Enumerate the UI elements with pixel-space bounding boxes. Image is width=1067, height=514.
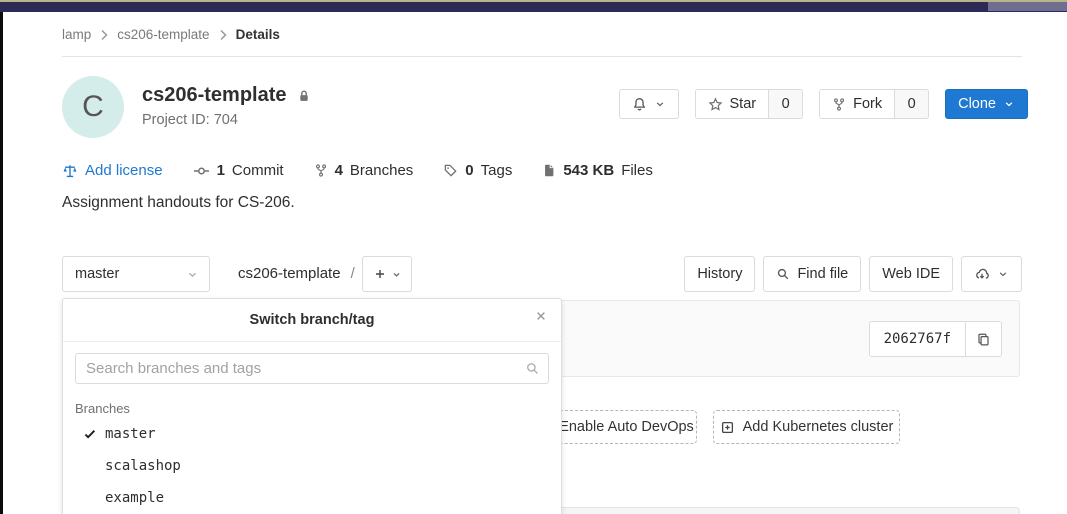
branch-search-wrap: [75, 353, 549, 384]
branch-item-scalashop[interactable]: scalashop: [63, 450, 561, 482]
branches-stat[interactable]: 4 Branches: [314, 162, 414, 179]
web-ide-label: Web IDE: [882, 266, 940, 282]
switch-branch-dropdown: Switch branch/tag Branches master scalas…: [62, 298, 562, 514]
history-button[interactable]: History: [684, 256, 755, 292]
star-count[interactable]: 0: [768, 90, 802, 118]
gitlab-project-page: lamp cs206-template Details C cs206-temp…: [0, 0, 1067, 514]
dropdown-title: Switch branch/tag: [250, 312, 375, 328]
find-file-label: Find file: [797, 266, 848, 282]
bell-icon: [632, 97, 647, 112]
add-license-label: Add license: [85, 162, 163, 179]
project-avatar: C: [62, 76, 124, 138]
commits-label: Commit: [232, 162, 284, 179]
commit-sha: 2062767f: [870, 322, 965, 356]
add-kubernetes-cluster-button[interactable]: Add Kubernetes cluster: [713, 410, 900, 444]
file-icon: [542, 163, 556, 178]
star-icon: [708, 97, 723, 112]
top-navbar: [0, 2, 1067, 12]
scale-icon: [62, 163, 78, 179]
breadcrumb-current: Details: [236, 27, 280, 42]
lock-icon: [297, 89, 311, 103]
chevron-right-icon: [219, 29, 227, 41]
clone-button[interactable]: Clone: [945, 89, 1028, 119]
path-separator: /: [351, 265, 355, 282]
branch-name: master: [105, 426, 156, 442]
fork-button[interactable]: Fork: [820, 90, 894, 118]
branches-count: 4: [335, 162, 343, 179]
star-label: Star: [730, 96, 757, 112]
navbar-search-box[interactable]: [988, 2, 1067, 11]
breadcrumb-divider: [62, 56, 1022, 57]
notifications-dropdown-button[interactable]: [619, 89, 679, 119]
project-description: Assignment handouts for CS-206.: [62, 194, 295, 212]
cloud-download-icon: [974, 267, 990, 282]
star-button-group: Star 0: [695, 89, 804, 119]
search-icon: [525, 361, 540, 376]
branch-name: example: [105, 490, 164, 506]
tags-stat[interactable]: 0 Tags: [443, 162, 512, 179]
copy-commit-sha-button[interactable]: [965, 322, 1001, 356]
fork-button-group: Fork 0: [819, 89, 929, 119]
commit-sha-group: 2062767f: [869, 321, 1002, 357]
add-file-dropdown-button[interactable]: [362, 256, 412, 292]
chevron-down-icon: [654, 98, 666, 110]
breadcrumb-group-link[interactable]: lamp: [62, 27, 91, 42]
files-size: 543 KB: [563, 162, 614, 179]
fork-count[interactable]: 0: [894, 90, 928, 118]
add-kubernetes-cluster-label: Add Kubernetes cluster: [743, 419, 894, 435]
fork-label: Fork: [853, 96, 882, 112]
branches-label: Branches: [350, 162, 413, 179]
files-label: Files: [621, 162, 653, 179]
plus-icon: [373, 267, 387, 281]
clone-label: Clone: [958, 96, 996, 112]
chevron-down-icon: [186, 268, 199, 281]
tags-count: 0: [465, 162, 473, 179]
history-label: History: [697, 266, 742, 282]
chevron-down-icon: [391, 269, 402, 280]
chevron-right-icon: [100, 29, 108, 41]
tag-icon: [443, 163, 458, 178]
plus-square-icon: [720, 420, 735, 435]
search-icon: [776, 267, 790, 281]
dropdown-header: Switch branch/tag: [63, 299, 561, 342]
enable-auto-devops-button[interactable]: Enable Auto DevOps: [556, 410, 697, 444]
enable-auto-devops-label: Enable Auto DevOps: [559, 419, 694, 435]
commits-stat[interactable]: 1 Commit: [193, 162, 284, 179]
branch-name: scalashop: [105, 458, 181, 474]
branch-item-master[interactable]: master: [63, 418, 561, 450]
branch-item-example[interactable]: example: [63, 482, 561, 514]
check-icon: [83, 427, 105, 441]
breadcrumb: lamp cs206-template Details: [62, 27, 280, 42]
branch-selected-label: master: [75, 266, 119, 282]
branch-icon: [314, 163, 328, 178]
download-dropdown-button[interactable]: [961, 256, 1022, 292]
web-ide-button[interactable]: Web IDE: [869, 256, 953, 292]
path-project-link[interactable]: cs206-template: [238, 265, 341, 282]
branch-search-input[interactable]: [75, 353, 549, 384]
branches-section-label: Branches: [75, 401, 561, 416]
file-path-breadcrumb: cs206-template /: [238, 265, 355, 282]
star-button[interactable]: Star: [696, 90, 769, 118]
tree-action-buttons: History Find file Web IDE: [684, 256, 1022, 292]
close-icon[interactable]: [535, 310, 547, 322]
commits-count: 1: [217, 162, 225, 179]
fork-icon: [832, 97, 846, 112]
left-sidebar-edge: [0, 12, 3, 514]
project-title: cs206-template: [142, 84, 287, 107]
find-file-button[interactable]: Find file: [763, 256, 861, 292]
breadcrumb-project-link[interactable]: cs206-template: [117, 27, 209, 42]
branch-selector[interactable]: master: [62, 256, 210, 292]
chevron-down-icon: [997, 268, 1009, 280]
commit-icon: [193, 163, 210, 179]
chevron-down-icon: [1003, 98, 1015, 110]
files-stat[interactable]: 543 KB Files: [542, 162, 653, 179]
copy-icon: [976, 332, 991, 347]
tags-label: Tags: [481, 162, 513, 179]
project-actions: Star 0 Fork 0 Clone: [619, 89, 1028, 119]
project-stats: Add license 1 Commit 4 Branches 0 Tags: [62, 162, 653, 179]
project-id: Project ID: 704: [142, 112, 238, 128]
add-license-link[interactable]: Add license: [62, 162, 163, 179]
